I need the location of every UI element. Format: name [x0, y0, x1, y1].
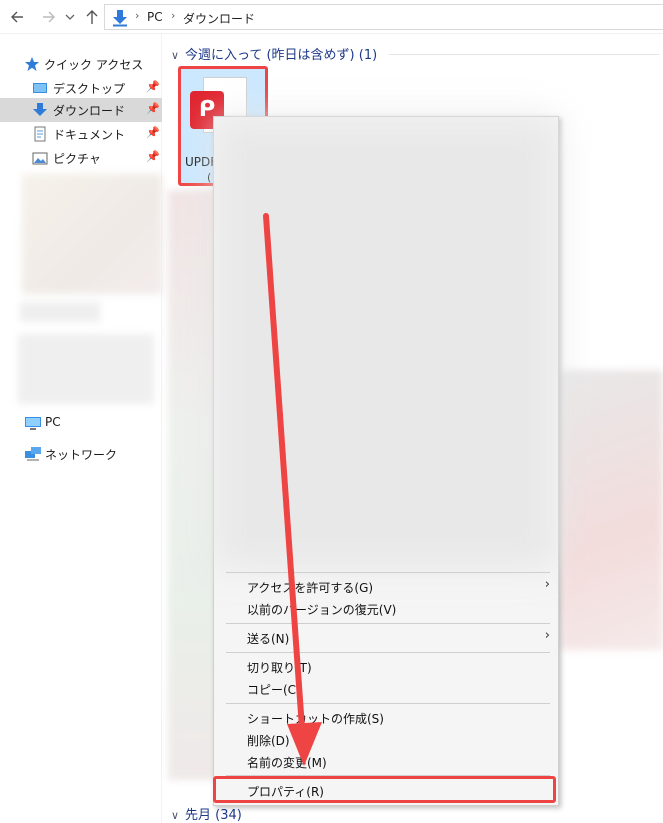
redacted-area — [20, 302, 100, 322]
address-bar[interactable]: › PC › ダウンロード — [104, 4, 663, 30]
menu-item-restore-previous[interactable]: 以前のバージョンの復元(V) — [214, 597, 558, 619]
pin-icon[interactable]: 📌 — [146, 150, 160, 164]
menu-item-label: 名前の変更(M) — [247, 756, 327, 770]
sidebar-item-documents[interactable]: ドキュメント 📌 — [0, 122, 162, 146]
network-icon — [24, 446, 41, 462]
pin-icon[interactable]: 📌 — [146, 80, 160, 94]
sidebar-item-pc[interactable]: PC — [0, 411, 162, 435]
menu-separator — [226, 572, 550, 573]
download-icon — [111, 9, 129, 30]
sidebar-item-label: デスクトップ — [53, 82, 126, 96]
redacted-area — [18, 334, 154, 404]
menu-item-label: 削除(D) — [247, 734, 290, 748]
chevron-down-icon[interactable]: ∨ — [171, 809, 185, 822]
group-header-this-week[interactable]: ∨ 今週に入って (昨日は含めず) (1) — [171, 44, 661, 64]
file-name-suffix: ( — [207, 171, 212, 184]
context-menu: アクセスを許可する(G) › 以前のバージョンの復元(V) 送る(N) › 切り… — [213, 116, 559, 806]
sidebar-item-desktop[interactable]: デスクトップ 📌 — [0, 76, 162, 100]
redacted-area — [561, 370, 663, 650]
sidebar-item-quick-access[interactable]: クイック アクセス — [0, 52, 162, 76]
breadcrumb-downloads[interactable]: ダウンロード — [183, 10, 255, 27]
menu-item-cut[interactable]: 切り取り(T) — [214, 655, 558, 677]
sidebar-item-label: ネットワーク — [45, 448, 118, 462]
sidebar-item-label: クイック アクセス — [44, 58, 144, 72]
up-arrow-icon[interactable] — [84, 8, 100, 26]
breadcrumb-separator-icon: › — [171, 9, 176, 22]
document-icon — [32, 126, 48, 142]
menu-item-label: 以前のバージョンの復元(V) — [247, 603, 397, 617]
sidebar-item-downloads[interactable]: ダウンロード 📌 — [0, 98, 162, 122]
computer-icon — [24, 415, 41, 431]
menu-item-send-to[interactable]: 送る(N) › — [214, 626, 558, 648]
forward-icon[interactable] — [40, 8, 56, 26]
menu-item-grant-access[interactable]: アクセスを許可する(G) › — [214, 575, 558, 597]
pin-icon[interactable]: 📌 — [146, 126, 160, 140]
back-icon[interactable] — [10, 8, 26, 26]
chevron-down-icon[interactable]: ∨ — [171, 49, 185, 62]
pin-icon[interactable]: 📌 — [146, 102, 160, 116]
menu-item-create-shortcut[interactable]: ショートカットの作成(S) — [214, 706, 558, 728]
menu-separator — [226, 703, 550, 704]
breadcrumb-separator-icon: › — [135, 9, 140, 22]
redacted-area — [168, 190, 218, 780]
menu-item-label: アクセスを許可する(G) — [247, 581, 374, 595]
chevron-down-icon[interactable] — [64, 8, 76, 26]
group-header-label: 先月 (34) — [185, 808, 242, 823]
menu-separator — [226, 623, 550, 624]
chevron-right-icon: › — [544, 577, 550, 592]
sidebar-item-label: PC — [45, 415, 61, 429]
menu-separator — [226, 652, 550, 653]
breadcrumb-pc[interactable]: PC — [147, 10, 163, 24]
menu-item-label: 送る(N) — [247, 632, 290, 646]
redacted-area — [22, 174, 162, 294]
chevron-right-icon: › — [544, 628, 550, 643]
navigation-pane: クイック アクセス デスクトップ 📌 ダウンロード 📌 ドキュメント 📌 ピクチ… — [0, 34, 162, 823]
menu-item-delete[interactable]: 削除(D) — [214, 728, 558, 750]
divider — [389, 54, 659, 55]
sidebar-item-network[interactable]: ネットワーク — [0, 442, 162, 466]
group-header-last-month[interactable]: ∨ 先月 (34) — [171, 804, 661, 823]
sidebar-item-label: ドキュメント — [53, 128, 126, 142]
menu-item-label: 切り取り(T) — [247, 661, 312, 675]
desktop-icon — [32, 80, 48, 96]
menu-item-label: ショートカットの作成(S) — [247, 712, 384, 726]
menu-item-label: コピー(C) — [247, 683, 301, 697]
menu-item-copy[interactable]: コピー(C) — [214, 677, 558, 699]
group-header-label: 今週に入って (昨日は含めず) (1) — [185, 48, 378, 63]
menu-item-rename[interactable]: 名前の変更(M) — [214, 750, 558, 772]
star-icon — [24, 56, 40, 72]
sidebar-item-label: ピクチャ — [53, 152, 101, 166]
download-icon — [32, 102, 48, 118]
sidebar-item-pictures[interactable]: ピクチャ 📌 — [0, 146, 162, 170]
redacted-area — [214, 117, 558, 569]
picture-icon — [32, 150, 48, 166]
address-toolbar: › PC › ダウンロード — [0, 0, 663, 34]
sidebar-item-label: ダウンロード — [53, 104, 126, 118]
properties-highlight-box — [213, 776, 556, 803]
